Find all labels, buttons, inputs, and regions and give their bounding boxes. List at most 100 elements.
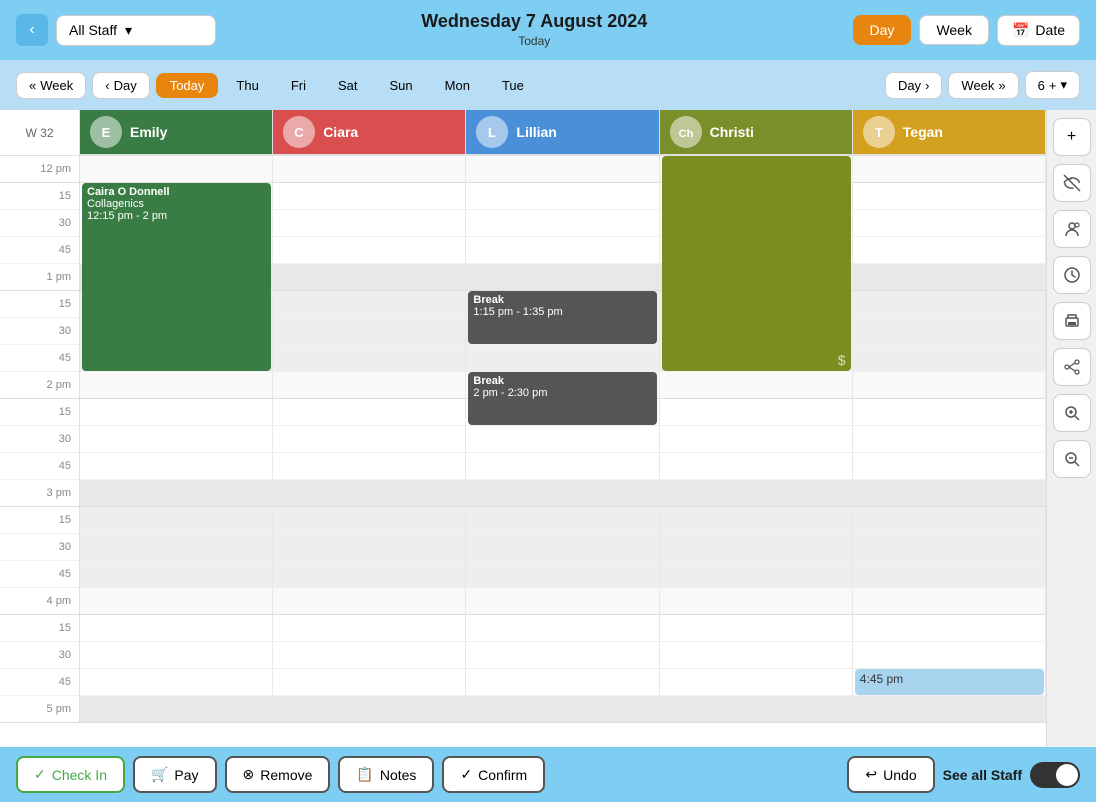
- grid-cell-11-4[interactable]: [853, 453, 1046, 480]
- grid-cell-20-4[interactable]: [853, 696, 1046, 723]
- grid-cell-19-0[interactable]: [80, 669, 273, 696]
- grid-cell-20-1[interactable]: [273, 696, 466, 723]
- grid-cell-4-1[interactable]: [273, 264, 466, 291]
- grid-cell-12-3[interactable]: [660, 480, 853, 507]
- grid-cell-13-4[interactable]: [853, 507, 1046, 534]
- pay-button[interactable]: 🛒 Pay: [133, 756, 217, 793]
- grid-cell-16-1[interactable]: [273, 588, 466, 615]
- grid-cell-17-1[interactable]: [273, 615, 466, 642]
- grid-cell-4-4[interactable]: [853, 264, 1046, 291]
- grid-cell-15-2[interactable]: [466, 561, 659, 588]
- grid-cell-3-2[interactable]: [466, 237, 659, 264]
- grid-cell-9-3[interactable]: [660, 399, 853, 426]
- day-nav-button[interactable]: ‹ Day: [92, 72, 149, 99]
- grid-cell-14-2[interactable]: [466, 534, 659, 561]
- grid-cell-16-2[interactable]: [466, 588, 659, 615]
- check-in-button[interactable]: ✓ Check In: [16, 756, 125, 793]
- grid-cell-19-3[interactable]: [660, 669, 853, 696]
- grid-cell-1-2[interactable]: [466, 183, 659, 210]
- staff-button[interactable]: [1053, 210, 1091, 248]
- grid-cell-17-0[interactable]: [80, 615, 273, 642]
- zoom-out-button[interactable]: [1053, 440, 1091, 478]
- date-picker-button[interactable]: 📅 Date: [997, 15, 1080, 46]
- grid-cell-14-4[interactable]: [853, 534, 1046, 561]
- grid-cell-15-3[interactable]: [660, 561, 853, 588]
- grid-cell-8-1[interactable]: [273, 372, 466, 399]
- event-block[interactable]: $: [662, 156, 851, 371]
- grid-cell-7-1[interactable]: [273, 345, 466, 372]
- grid-cell-10-0[interactable]: [80, 426, 273, 453]
- week-view-button[interactable]: Week: [919, 15, 989, 45]
- grid-cell-12-0[interactable]: [80, 480, 273, 507]
- grid-cell-12-2[interactable]: [466, 480, 659, 507]
- grid-cell-4-2[interactable]: [466, 264, 659, 291]
- grid-cell-2-4[interactable]: [853, 210, 1046, 237]
- grid-cell-19-2[interactable]: [466, 669, 659, 696]
- back-button[interactable]: ‹: [16, 14, 48, 46]
- event-block[interactable]: Break2 pm - 2:30 pm: [468, 372, 657, 425]
- grid-cell-7-4[interactable]: [853, 345, 1046, 372]
- grid-cell-5-4[interactable]: [853, 291, 1046, 318]
- grid-cell-18-0[interactable]: [80, 642, 273, 669]
- grid-cell-8-0[interactable]: [80, 372, 273, 399]
- day-view-button[interactable]: Day: [853, 15, 912, 45]
- grid-cell-11-1[interactable]: [273, 453, 466, 480]
- count-button[interactable]: 6 + ▾: [1025, 71, 1080, 99]
- print-button[interactable]: [1053, 302, 1091, 340]
- grid-cell-14-1[interactable]: [273, 534, 466, 561]
- grid-cell-18-4[interactable]: [853, 642, 1046, 669]
- grid-cell-18-2[interactable]: [466, 642, 659, 669]
- zoom-in-button[interactable]: [1053, 394, 1091, 432]
- grid-cell-20-0[interactable]: [80, 696, 273, 723]
- grid-cell-7-2[interactable]: [466, 345, 659, 372]
- right-week-button[interactable]: Week »: [948, 72, 1018, 99]
- grid-cell-17-4[interactable]: [853, 615, 1046, 642]
- staff-dropdown[interactable]: All Staff ▾: [56, 15, 216, 46]
- grid-cell-9-0[interactable]: [80, 399, 273, 426]
- tab-fri[interactable]: Fri: [277, 73, 320, 98]
- confirm-button[interactable]: ✓ Confirm: [442, 756, 545, 793]
- grid-cell-8-4[interactable]: [853, 372, 1046, 399]
- undo-button[interactable]: ↩ Undo: [847, 756, 934, 793]
- grid-cell-18-3[interactable]: [660, 642, 853, 669]
- week-nav-button[interactable]: « Week: [16, 72, 86, 99]
- grid-cell-17-3[interactable]: [660, 615, 853, 642]
- tab-sun[interactable]: Sun: [376, 73, 427, 98]
- grid-cell-0-0[interactable]: [80, 156, 273, 183]
- grid-cell-12-1[interactable]: [273, 480, 466, 507]
- tab-thu[interactable]: Thu: [222, 73, 272, 98]
- grid-cell-18-1[interactable]: [273, 642, 466, 669]
- tab-mon[interactable]: Mon: [431, 73, 484, 98]
- grid-cell-9-4[interactable]: [853, 399, 1046, 426]
- share-button[interactable]: [1053, 348, 1091, 386]
- remove-button[interactable]: ⊗ Remove: [225, 756, 331, 793]
- grid-cell-3-1[interactable]: [273, 237, 466, 264]
- event-block[interactable]: Caira O DonnellCollagenics12:15 pm - 2 p…: [82, 183, 271, 371]
- event-block[interactable]: Break1:15 pm - 1:35 pm: [468, 291, 657, 344]
- grid-cell-11-3[interactable]: [660, 453, 853, 480]
- grid-cell-11-2[interactable]: [466, 453, 659, 480]
- grid-cell-15-0[interactable]: [80, 561, 273, 588]
- grid-cell-13-2[interactable]: [466, 507, 659, 534]
- grid-cell-20-2[interactable]: [466, 696, 659, 723]
- calendar-scroll[interactable]: W 32 E Emily C Ciara L Lillian: [0, 110, 1046, 747]
- grid-cell-9-1[interactable]: [273, 399, 466, 426]
- grid-cell-5-1[interactable]: [273, 291, 466, 318]
- grid-cell-16-3[interactable]: [660, 588, 853, 615]
- grid-cell-1-4[interactable]: [853, 183, 1046, 210]
- grid-cell-0-4[interactable]: [853, 156, 1046, 183]
- see-all-toggle[interactable]: [1030, 762, 1080, 788]
- grid-cell-10-2[interactable]: [466, 426, 659, 453]
- grid-cell-3-4[interactable]: [853, 237, 1046, 264]
- grid-cell-6-1[interactable]: [273, 318, 466, 345]
- grid-cell-16-0[interactable]: [80, 588, 273, 615]
- grid-cell-0-2[interactable]: [466, 156, 659, 183]
- grid-cell-20-3[interactable]: [660, 696, 853, 723]
- grid-cell-0-1[interactable]: [273, 156, 466, 183]
- grid-cell-2-2[interactable]: [466, 210, 659, 237]
- tab-today[interactable]: Today: [156, 73, 219, 98]
- grid-cell-10-1[interactable]: [273, 426, 466, 453]
- grid-cell-10-3[interactable]: [660, 426, 853, 453]
- grid-cell-1-1[interactable]: [273, 183, 466, 210]
- grid-cell-13-0[interactable]: [80, 507, 273, 534]
